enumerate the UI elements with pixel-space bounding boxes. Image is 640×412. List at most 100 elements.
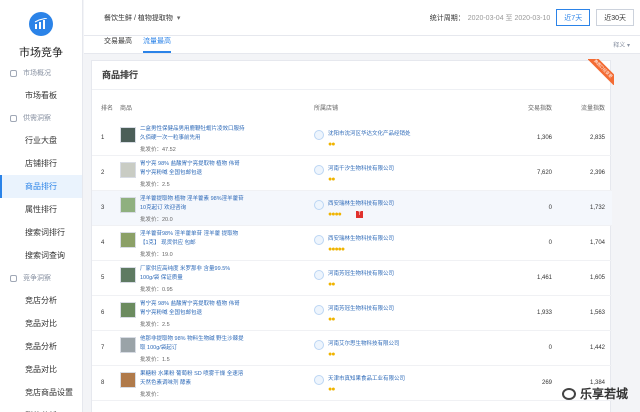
tmall-badge-icon: T (356, 211, 363, 218)
nav-group-header: 市场概况 (0, 62, 82, 84)
stat-period: 统计周期： 2020-03-04 至 2020-03-10 (430, 13, 551, 23)
product-thumbnail[interactable] (120, 302, 136, 318)
trade-index: 0 (548, 205, 552, 211)
sidebar-item[interactable]: 市场看板 (0, 84, 82, 107)
product-name-link[interactable]: 果糖粉 水果粉 葡萄粉 SD 喷雾干燥 全速溶 天然色素调味剂 酵素 (140, 370, 245, 388)
tab-flow-highest[interactable]: 流量最高 (143, 35, 171, 53)
sidebar-item[interactable]: 竞品分析 (0, 335, 82, 358)
product-thumbnail[interactable] (120, 267, 136, 283)
sidebar-item[interactable]: 商品排行 (0, 175, 82, 198)
shop-rating-icon: ●●●●● (328, 246, 345, 253)
sidebar-item[interactable]: 竞店商品设置 (0, 381, 82, 404)
table-header: 排名 商品 所属店铺 交易指数 流量指数 (92, 103, 612, 115)
shop-icon (314, 200, 324, 210)
table-row[interactable]: 4 淫羊藿苷98% 淫羊藿单苷 淫羊藿 提取物 【1克】 现货供应 包邮 批发价… (92, 226, 612, 261)
corner-ribbon: 数据口径变更 (588, 59, 614, 85)
table-row[interactable]: 2 胃宁亮 98% 盐酸胃宁亮提取物 植物 伟哥 胃宁亮粉喊 全国包邮包退 批发… (92, 156, 612, 191)
sidebar-item[interactable]: 竞品对比 (0, 358, 82, 381)
shop-rating-icon: ●● (328, 176, 336, 183)
flow-index: 2,396 (589, 170, 605, 176)
wechat-icon (561, 387, 576, 400)
trade-index: 0 (548, 345, 552, 351)
category-label: 餐饮生鲜 / 植物提取物 (104, 14, 173, 22)
rank-tabs: 交易最高 流量最高 释义 ▾ (84, 36, 640, 54)
header-flow-index[interactable]: 流量指数 (565, 103, 605, 112)
product-thumbnail[interactable] (120, 197, 136, 213)
shop-icon (314, 340, 324, 350)
shop-name-link[interactable]: 天津市真知果食品工业有限公司 (328, 374, 405, 382)
shop-name-link[interactable]: 沈阳市沈河区华达文化产品经销处 (328, 129, 411, 137)
rank-number: 1 (101, 135, 105, 141)
shop-name-link[interactable]: 河南芳冠生物科技有限公司 (328, 304, 394, 312)
wholesale-price: 批发价：2.5 (140, 322, 170, 328)
shop-name-link[interactable]: 西安瑞林生物科技有限公司 (328, 234, 394, 242)
last-30-days-button[interactable]: 近30天 (596, 9, 634, 26)
wholesale-price: 批发价：47.52 (140, 147, 176, 153)
shop-icon (314, 270, 324, 280)
product-name-link[interactable]: 胃宁亮 98% 盐酸胃宁亮提取物 植物 伟哥 胃宁亮粉喊 全国包邮包退 (140, 160, 245, 178)
shop-rating-icon: ●● (328, 351, 336, 358)
flow-index: 1,732 (589, 205, 605, 211)
product-thumbnail[interactable] (120, 162, 136, 178)
nav-group-label: 供需洞察 (23, 115, 51, 122)
shop-icon (314, 375, 324, 385)
sidebar-item[interactable]: 搜索词查询 (0, 244, 82, 267)
sidebar-item[interactable]: 群体分析 (0, 404, 82, 412)
product-thumbnail[interactable] (120, 337, 136, 353)
product-name-link[interactable]: 淫羊藿提取物 植物 淫羊藿素 98%淫羊藿苷 10克起订 欢迎咨询 (140, 195, 245, 213)
sidebar-item[interactable]: 行业大盘 (0, 129, 82, 152)
product-name-link[interactable]: 他那非提取物 98% 物料生物碱 野生沙棘提取 100g/袋起订 (140, 335, 245, 353)
flow-index: 1,605 (589, 275, 605, 281)
shop-icon (314, 130, 324, 140)
header-trade-index[interactable]: 交易指数 (512, 103, 552, 112)
shop-icon (314, 165, 324, 175)
product-thumbnail[interactable] (120, 372, 136, 388)
sidebar-item[interactable]: 竞品对比 (0, 312, 82, 335)
wholesale-price: 批发价： (140, 392, 163, 398)
last-7-days-button[interactable]: 近7天 (556, 9, 591, 26)
sidebar-nav: 市场概况 市场看板 供需洞察 行业大盘 店铺排行 商品排行 属性排行 搜索词排行 搜索词查询 竞争… (0, 62, 82, 412)
sidebar-item[interactable]: 属性排行 (0, 198, 82, 221)
shop-rating-icon: ●● (328, 316, 336, 323)
trade-index: 1,306 (536, 135, 552, 141)
rank-number: 2 (101, 170, 105, 176)
sidebar-item[interactable]: 搜索词排行 (0, 221, 82, 244)
table-row[interactable]: 7 他那非提取物 98% 物料生物碱 野生沙棘提取 100g/袋起订 批发价：1… (92, 331, 612, 366)
sidebar-item[interactable]: 竞店分析 (0, 289, 82, 312)
table-row[interactable]: 3 淫羊藿提取物 植物 淫羊藿素 98%淫羊藿苷 10克起订 欢迎咨询 批发价：… (92, 191, 612, 226)
trade-index: 0 (548, 240, 552, 246)
category-selector[interactable]: 餐饮生鲜 / 植物提取物 ▾ (104, 13, 180, 23)
group-icon (10, 114, 17, 122)
shop-name-link[interactable]: 西安瑞林生物科技有限公司 (328, 199, 394, 207)
nav-group-label: 市场概况 (23, 70, 51, 77)
table-row[interactable]: 6 胃宁亮 98% 盐酸胃宁亮提取物 植物 伟哥 胃宁亮粉喊 全国包邮包退 批发… (92, 296, 612, 331)
shop-rating-icon: ●● (328, 386, 336, 393)
product-name-link[interactable]: 二盒男性保健品男用鹿鞭牡蛎片凌效口服持久佰硬一次一粒事前先用 (140, 125, 245, 143)
table-row[interactable]: 1 二盒男性保健品男用鹿鞭牡蛎片凌效口服持久佰硬一次一粒事前先用 批发价：47.… (92, 121, 612, 156)
shop-name-link[interactable]: 河南千汐生物科技有限公司 (328, 164, 394, 172)
product-thumbnail[interactable] (120, 127, 136, 143)
product-name-link[interactable]: 淫羊藿苷98% 淫羊藿单苷 淫羊藿 提取物 【1克】 现货供应 包邮 (140, 230, 245, 248)
product-name-link[interactable]: 胃宁亮 98% 盐酸胃宁亮提取物 植物 伟哥 胃宁亮粉喊 全国包邮包退 (140, 300, 245, 318)
sidebar-item[interactable]: 店铺排行 (0, 152, 82, 175)
shop-name-link[interactable]: 河南艾尔思生物科技有限公司 (328, 339, 400, 347)
trade-index: 7,620 (536, 170, 552, 176)
wholesale-price: 批发价：0.95 (140, 287, 173, 293)
wholesale-price: 批发价：2.5 (140, 182, 170, 188)
shop-name-link[interactable]: 河南芳冠生物科技有限公司 (328, 269, 394, 277)
rank-number: 4 (101, 240, 105, 246)
product-thumbnail[interactable] (120, 232, 136, 248)
group-icon (10, 274, 17, 282)
nav-group-header: 供需洞察 (0, 107, 82, 129)
table-row[interactable]: 8 果糖粉 水果粉 葡萄粉 SD 喷雾干燥 全速溶 天然色素调味剂 酵素 批发价… (92, 366, 612, 401)
watermark-text: 乐享若城 (579, 387, 628, 401)
explain-link[interactable]: 释义 ▾ (613, 39, 630, 53)
table-row[interactable]: 5 厂家供应高纯度 米罗那非 含量99.5% 100g/袋 保证质量 批发价：0… (92, 261, 612, 296)
product-rank-card: 商品排行 数据口径变更 排名 商品 所属店铺 交易指数 流量指数 1 二盒男性保… (91, 59, 614, 412)
header-product: 商品 (120, 106, 133, 112)
product-name-link[interactable]: 厂家供应高纯度 米罗那非 含量99.5% 100g/袋 保证质量 (140, 265, 245, 283)
app-window: 市场竞争 市场概况 市场看板 供需洞察 行业大盘 店铺排行 商品排行 属性排行 搜索词排行 搜索… (0, 0, 640, 412)
wholesale-price: 批发价：19.0 (140, 252, 173, 258)
flow-index: 1,442 (589, 345, 605, 351)
tab-trade-highest[interactable]: 交易最高 (104, 35, 132, 53)
